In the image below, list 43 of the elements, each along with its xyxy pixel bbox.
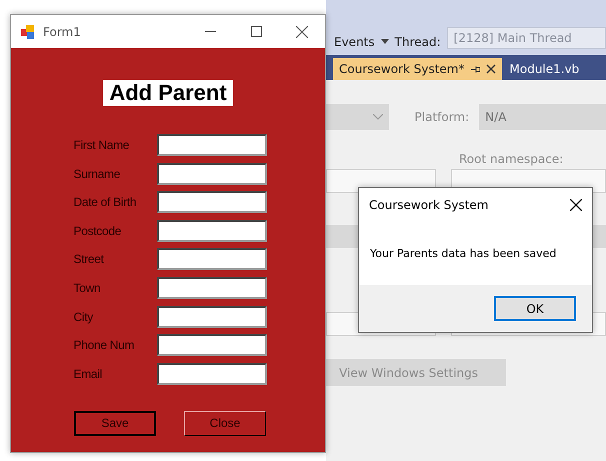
field-label: Town bbox=[74, 280, 102, 295]
close-icon[interactable] bbox=[296, 26, 308, 38]
ok-button[interactable]: OK bbox=[494, 296, 576, 321]
form-button[interactable]: Close bbox=[184, 410, 266, 436]
field-label: Street bbox=[74, 252, 105, 266]
form-heading: Add Parent bbox=[103, 80, 233, 106]
input-field[interactable] bbox=[156, 248, 266, 270]
input-field[interactable] bbox=[156, 220, 266, 242]
root-namespace-label: Root namespace: bbox=[459, 152, 564, 166]
form-button[interactable]: Save bbox=[74, 410, 156, 436]
field-label: Postcode bbox=[74, 224, 122, 238]
input-field[interactable] bbox=[156, 306, 266, 328]
field-label: Email bbox=[74, 366, 104, 381]
thread-field[interactable]: [2128] Main Thread bbox=[446, 27, 606, 49]
input-field[interactable] bbox=[156, 134, 266, 156]
close-icon[interactable] bbox=[570, 199, 582, 211]
field-label: Phone Num bbox=[74, 338, 136, 352]
input-field[interactable] bbox=[156, 362, 266, 385]
document-tab[interactable]: Module1.vb bbox=[504, 58, 586, 80]
thread-label: Thread: bbox=[394, 35, 441, 49]
dialog-message: Your Parents data has been saved bbox=[370, 247, 556, 260]
chevron-icon bbox=[372, 114, 383, 120]
platform-label: Platform: bbox=[414, 110, 470, 124]
input-field[interactable] bbox=[156, 162, 266, 185]
input-field[interactable] bbox=[156, 276, 266, 299]
document-tab[interactable]: Coursework System* bbox=[333, 58, 502, 80]
pin-icon[interactable] bbox=[470, 64, 480, 74]
app-icon bbox=[21, 24, 35, 38]
field-label: Surname bbox=[74, 166, 122, 181]
dialog-title: Coursework System bbox=[369, 198, 488, 212]
window-title: Form1 bbox=[43, 24, 82, 38]
input-field[interactable] bbox=[156, 334, 266, 356]
minimize-icon[interactable] bbox=[204, 31, 216, 32]
close-icon[interactable] bbox=[486, 64, 496, 74]
field-label: City bbox=[74, 310, 94, 324]
caret-icon bbox=[380, 39, 389, 44]
platform-field[interactable]: N/A bbox=[479, 104, 606, 130]
maximize-icon[interactable] bbox=[250, 26, 262, 37]
events-label[interactable]: Events bbox=[334, 35, 375, 49]
field-label: First Name bbox=[74, 138, 130, 152]
field-label: Date of Birth bbox=[74, 195, 138, 210]
input-field[interactable] bbox=[156, 191, 266, 214]
view-windows-settings-button[interactable]: View Windows Settings bbox=[326, 359, 506, 386]
